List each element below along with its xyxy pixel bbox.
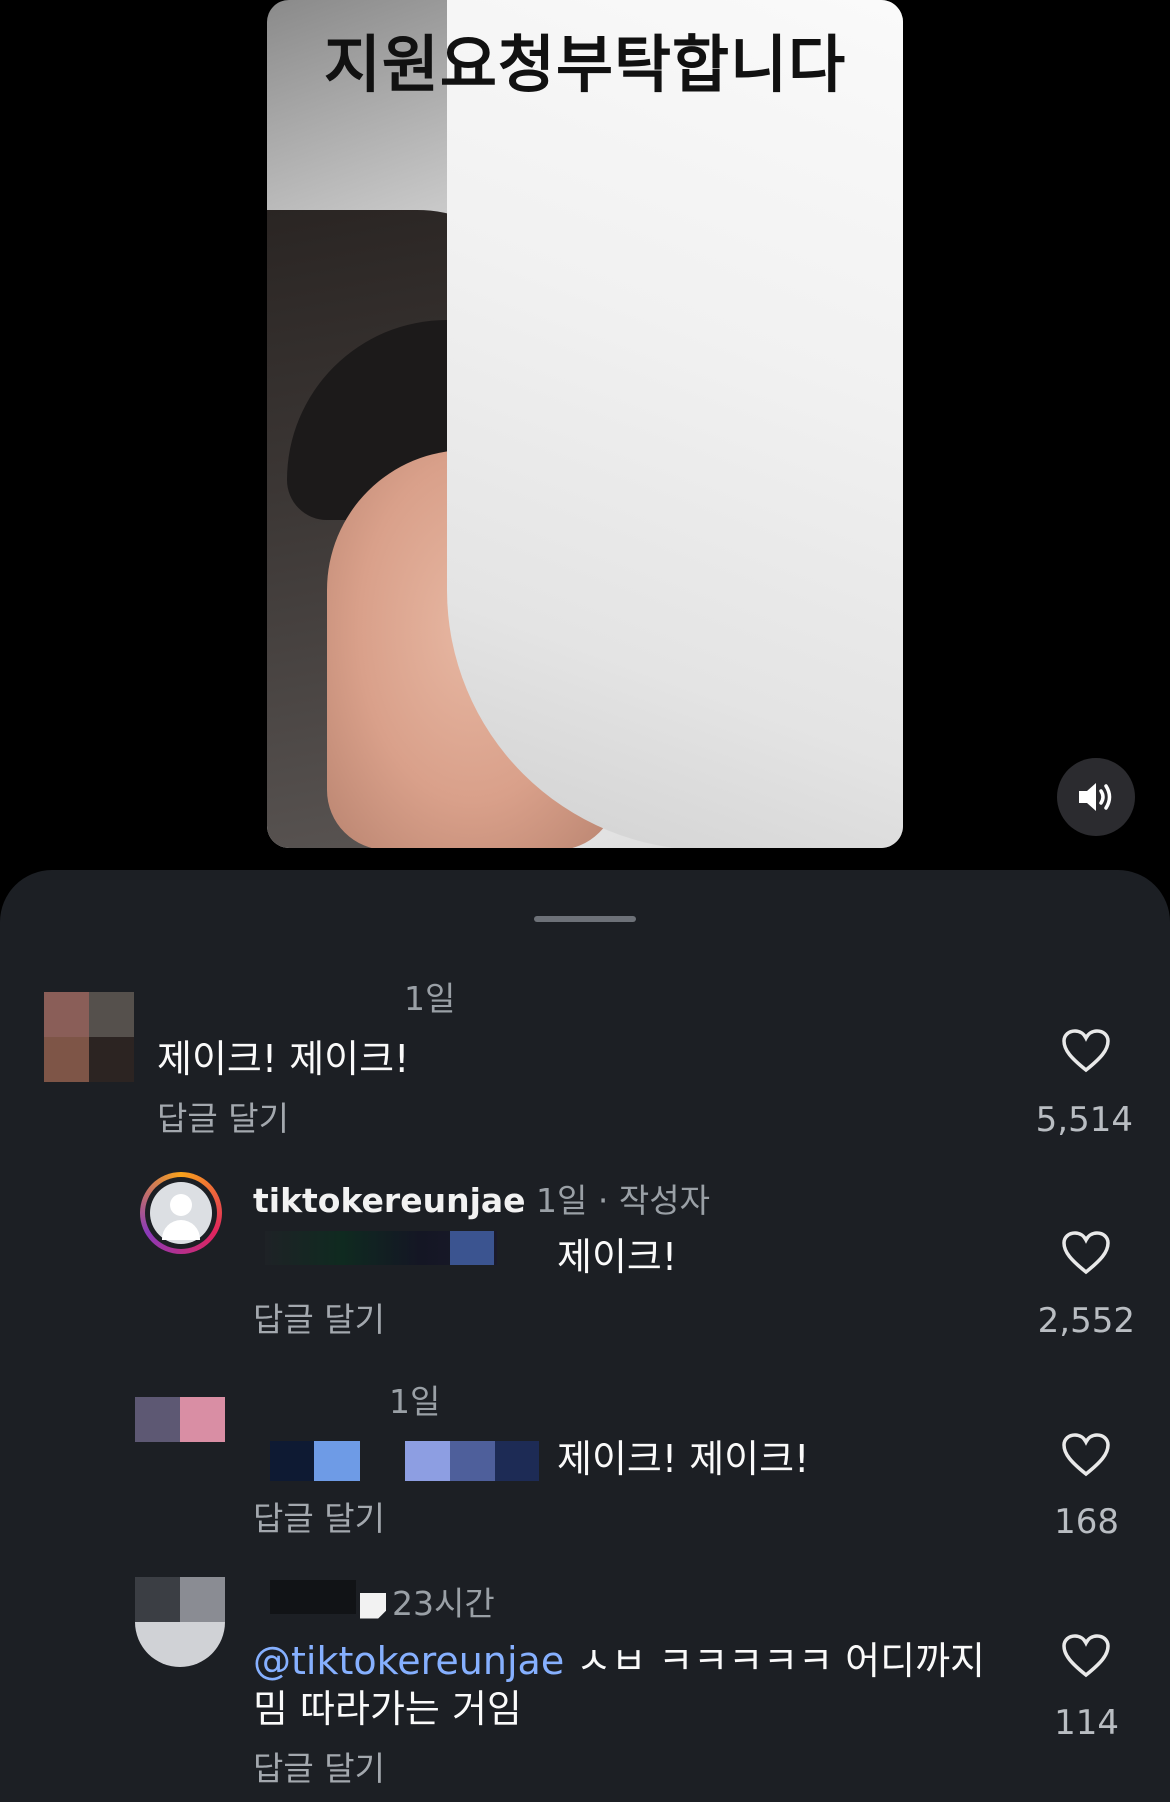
like-count: 2,552	[1037, 1301, 1135, 1341]
author-badge: · 작성자	[597, 1181, 710, 1220]
sheet-drag-handle[interactable]	[534, 916, 636, 922]
avatar-pixel	[89, 1037, 134, 1082]
heart-icon[interactable]	[1061, 1432, 1111, 1478]
avatar-pixel	[180, 1577, 225, 1622]
avatar-pixel	[135, 1622, 225, 1667]
avatar-body-icon	[162, 1220, 200, 1240]
video-blanket	[447, 0, 903, 848]
avatar-placeholder	[150, 1182, 212, 1244]
like-count: 168	[1054, 1502, 1119, 1542]
comment-time-text: 23시간	[392, 1584, 495, 1623]
heart-icon[interactable]	[1061, 1633, 1111, 1679]
blurred-text	[314, 1441, 360, 1481]
blurred-text	[450, 1441, 495, 1481]
comment-text: 제이크! 제이크!	[557, 1437, 810, 1481]
heart-icon[interactable]	[1061, 1028, 1111, 1074]
avatar[interactable]	[135, 1577, 225, 1667]
sound-toggle-button[interactable]	[1057, 758, 1135, 836]
comment-meta: tiktokereunjae 1일 · 작성자	[253, 1174, 710, 1222]
comment-text: 제이크! 제이크!	[157, 1037, 410, 1081]
comment-time: 1일	[404, 979, 456, 1018]
video-player[interactable]: 지원요청부탁합니다	[267, 0, 903, 848]
avatar-pixel	[180, 1397, 225, 1442]
avatar[interactable]	[140, 1172, 222, 1254]
comment-time: 1일	[536, 1181, 588, 1220]
blurred-text	[495, 1441, 539, 1481]
like-count: 114	[1054, 1703, 1119, 1743]
comment-text: @tiktokereunjae ㅅㅂ ㅋㅋㅋㅋㅋ 어디까지	[253, 1630, 985, 1685]
mention-link[interactable]: @tiktokereunjae	[253, 1639, 564, 1683]
blurred-text	[270, 1580, 356, 1614]
comment-text-line1: ㅅㅂ ㅋㅋㅋㅋㅋ 어디까지	[564, 1639, 986, 1683]
like-count: 5,514	[1035, 1100, 1133, 1140]
comment-time: 1일	[389, 1382, 441, 1421]
avatar[interactable]	[44, 992, 134, 1082]
comment-text: 제이크!	[557, 1235, 678, 1279]
avatar[interactable]	[135, 1397, 225, 1442]
heart-icon[interactable]	[1061, 1230, 1111, 1276]
avatar-pixel	[89, 992, 134, 1037]
reply-button[interactable]: 답글 달기	[253, 1293, 385, 1341]
reply-button[interactable]: 답글 달기	[157, 1092, 289, 1140]
comment-time: 23시간	[360, 1577, 495, 1625]
avatar-head-icon	[170, 1194, 192, 1216]
comment-username[interactable]: tiktokereunjae	[253, 1181, 526, 1220]
avatar-pixel	[44, 992, 89, 1037]
reply-button[interactable]: 답글 달기	[253, 1492, 385, 1540]
blurred-text	[405, 1441, 450, 1481]
reply-button[interactable]: 답글 달기	[253, 1742, 385, 1790]
avatar-pixel	[135, 1397, 180, 1442]
blurred-text	[270, 1441, 314, 1481]
blurred-text	[450, 1231, 494, 1265]
comment-text-line2: 밈 따라가는 거임	[253, 1687, 522, 1731]
avatar-pixel	[44, 1037, 89, 1082]
avatar-pixel	[135, 1577, 180, 1622]
speaker-icon	[1079, 783, 1112, 811]
video-caption: 지원요청부탁합니다	[323, 28, 847, 101]
verified-icon	[360, 1592, 386, 1619]
